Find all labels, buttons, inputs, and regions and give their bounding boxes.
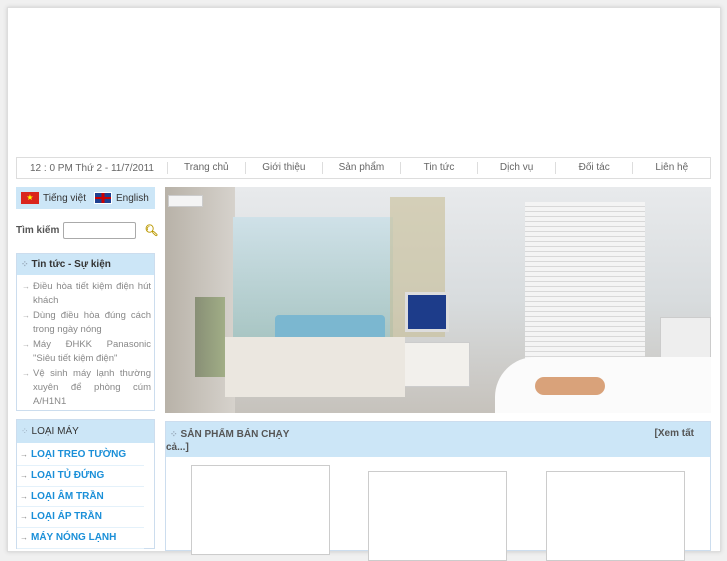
arrow-icon: → <box>20 450 28 459</box>
view-all-link-cont[interactable]: cả...] <box>166 441 189 455</box>
language-bar: ★ Tiếng việt English <box>16 187 155 209</box>
arrow-icon: → <box>20 470 28 480</box>
bullet-icon: ⁘ <box>170 429 178 439</box>
type-item[interactable]: → LOẠI TỦ ĐỨNG <box>17 466 144 487</box>
arrow-icon: → <box>20 491 28 501</box>
lang-en[interactable]: English <box>116 193 149 204</box>
machine-types-box: ⁘ LOẠI MÁY → LOẠI TREO TƯỜNG → LOẠI TỦ ĐỨNG… <box>16 419 155 549</box>
hero-banner-image <box>165 187 711 413</box>
nav-home[interactable]: Trang chủ <box>167 162 245 174</box>
view-all-link[interactable]: [Xem tất <box>655 427 694 441</box>
news-item[interactable]: Máy ĐHKK Panasonic "Siêu tiết kiệm điện" <box>22 338 151 366</box>
search-input[interactable] <box>63 222 137 239</box>
bullet-icon: ⁘ <box>21 426 29 436</box>
search-icon[interactable]: 🔍︎ <box>144 224 158 237</box>
lang-vi[interactable]: Tiếng việt <box>43 193 86 204</box>
vietnam-flag-icon[interactable]: ★ <box>21 192 39 204</box>
arrow-icon: → <box>20 533 28 543</box>
news-item[interactable]: Điều hòa tiết kiệm điện hút khách <box>22 280 151 308</box>
nav-about[interactable]: Giới thiệu <box>244 162 323 174</box>
bullet-icon: ⁘ <box>21 259 29 269</box>
nav-contact[interactable]: Liên hệ <box>632 162 710 174</box>
search-bar: Tìm kiếm 🔍︎ <box>16 222 158 239</box>
nav-services[interactable]: Dịch vụ <box>477 162 555 174</box>
products-title: SẢN PHẨM BÁN CHẠY <box>180 429 290 440</box>
product-card[interactable] <box>191 465 330 555</box>
type-item[interactable]: → LOẠI ÂM TRẦN <box>17 487 144 508</box>
news-title: Tin tức - Sự kiện <box>31 259 111 270</box>
type-item[interactable]: → LOẠI ÁP TRẦN <box>17 507 144 529</box>
uk-flag-icon[interactable] <box>93 192 112 204</box>
nav-news[interactable]: Tin tức <box>399 162 478 174</box>
news-box: ⁘Tin tức - Sự kiện Điều hòa tiết kiệm đi… <box>16 253 155 411</box>
top-nav: 12 : 0 PM Thứ 2 - 11/7/2011 Trang chủ Gi… <box>16 157 711 179</box>
nav-products[interactable]: Sản phẩm <box>322 162 400 174</box>
nav-partners[interactable]: Đối tác <box>554 162 633 174</box>
product-card[interactable] <box>368 471 507 561</box>
type-item[interactable]: → MÁY NÓNG LẠNH <box>17 528 144 549</box>
news-item[interactable]: Vệ sinh máy lạnh thường xuyên để phòng c… <box>22 367 151 409</box>
news-item[interactable]: Dùng điều hòa đúng cách trong ngày nóng <box>22 309 151 337</box>
best-sellers-box: ⁘ SẢN PHẨM BÁN CHẠY [Xem tất cả...] <box>165 421 711 561</box>
types-title: LOẠI MÁY <box>31 426 79 437</box>
product-card[interactable] <box>546 471 685 561</box>
datetime: 12 : 0 PM Thứ 2 - 11/7/2011 <box>30 162 154 174</box>
arrow-icon: → <box>20 512 28 522</box>
type-item[interactable]: → LOẠI TREO TƯỜNG <box>17 445 144 466</box>
search-label: Tìm kiếm <box>16 225 60 236</box>
